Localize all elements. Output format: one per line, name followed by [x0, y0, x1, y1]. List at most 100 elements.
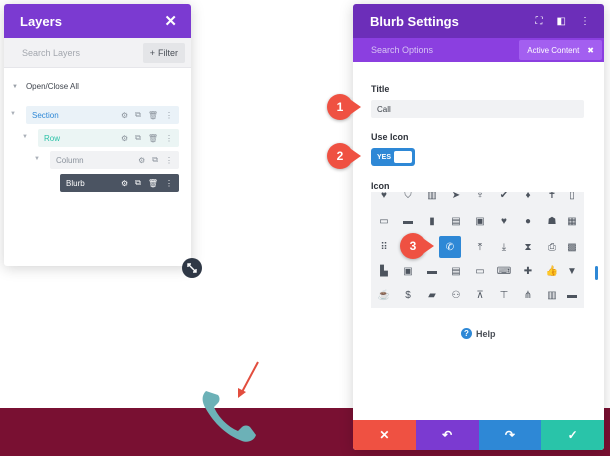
open-close-all-toggle[interactable]: ▼ Open/Close All — [12, 82, 79, 91]
cancel-button[interactable]: ✕ — [353, 420, 416, 450]
more-icon[interactable]: ⋮ — [165, 179, 173, 188]
layer-column[interactable]: Column ⚙ ⧉ ⋮ — [50, 151, 179, 169]
puzzle-icon[interactable]: ✚ — [519, 262, 537, 280]
trash-icon[interactable]: 🗑 — [148, 179, 158, 188]
more-icon[interactable]: ⋮ — [165, 111, 173, 120]
archive-icon[interactable]: ▣ — [471, 212, 489, 230]
use-icon-toggle[interactable]: YES — [371, 148, 415, 166]
more-icon[interactable]: ⋮ — [165, 156, 173, 165]
duplicate-icon[interactable]: ⧉ — [135, 178, 141, 188]
more-icon[interactable]: ⋮ — [165, 134, 173, 143]
users-icon[interactable]: ☗ — [543, 212, 561, 230]
trash-icon[interactable]: 🗑 — [148, 134, 158, 143]
help-label: Help — [476, 328, 496, 339]
duplicate-icon[interactable]: ⧉ — [135, 110, 141, 120]
title-input[interactable]: Call — [371, 100, 584, 118]
briefcase-icon[interactable]: ▬ — [399, 212, 417, 230]
hierarchy-icon[interactable]: ⋔ — [519, 286, 537, 304]
film-icon[interactable]: ▬ — [423, 262, 441, 280]
people-icon[interactable]: ⚇ — [447, 286, 465, 304]
duplicate-icon[interactable]: ⧉ — [152, 155, 158, 165]
bank-icon[interactable]: ▥ — [423, 192, 441, 204]
save-icon[interactable]: ▣ — [399, 262, 417, 280]
title-value: Call — [377, 104, 391, 114]
sitemap-icon[interactable]: ⊤ — [495, 286, 513, 304]
note-icon[interactable]: ▮ — [423, 212, 441, 230]
toggle-knob — [394, 151, 412, 163]
heart-icon[interactable]: ♥ — [495, 212, 513, 230]
contact-book-icon[interactable]: ▤ — [447, 212, 465, 230]
apps-icon[interactable]: ⠿ — [375, 238, 393, 256]
layers-search-bar: Search Layers + Filter — [4, 38, 191, 68]
thumbs-up-icon[interactable]: 👍 — [543, 262, 561, 280]
coffee-icon[interactable]: ☕ — [375, 286, 393, 304]
heart-icon[interactable]: ♥ — [375, 192, 393, 204]
layer-label: Row — [44, 133, 61, 143]
help-link[interactable]: ? Help — [461, 328, 496, 339]
grid-icon[interactable]: ▦ — [563, 212, 581, 230]
keyboard-icon[interactable]: ⌨ — [495, 262, 513, 280]
id-card-icon[interactable]: ▭ — [471, 262, 489, 280]
more-icon[interactable]: ⋮ — [580, 16, 590, 27]
briefcase-icon[interactable]: ▬ — [563, 286, 581, 304]
download-icon[interactable]: ⤓ — [495, 238, 513, 256]
caret-down-icon: ▼ — [12, 83, 18, 90]
layer-row[interactable]: Row ⚙ ⧉ 🗑 ⋮ — [38, 129, 179, 147]
upload-icon[interactable]: ⤒ — [471, 238, 489, 256]
inbox-icon[interactable]: ▭ — [375, 212, 393, 230]
trash-icon[interactable]: 🗑 — [148, 111, 158, 120]
pin-icon[interactable]: ✝ — [543, 192, 561, 204]
printer-icon[interactable]: ⎙ — [543, 238, 561, 256]
caret-down-icon[interactable]: ▼ — [22, 134, 28, 140]
phone-icon[interactable]: ✆ — [439, 236, 461, 258]
layer-section[interactable]: Section ⚙ ⧉ 🗑 ⋮ — [26, 106, 179, 124]
active-content-filter[interactable]: Active Content ✖ — [519, 40, 602, 60]
caret-down-icon[interactable]: ▼ — [10, 111, 16, 117]
calculator-icon[interactable]: ▩ — [563, 238, 581, 256]
undo-button[interactable]: ↶ — [415, 420, 479, 450]
title-label: Title — [371, 84, 390, 94]
settings-footer: ✕ ↶ ↷ ✓ — [353, 420, 604, 450]
check-circle-icon[interactable]: ✔ — [495, 192, 513, 204]
icon-grid-scrollbar[interactable] — [595, 266, 598, 280]
bar-chart-icon[interactable]: ▥ — [543, 286, 561, 304]
annotation-badge: 3 — [400, 233, 434, 259]
arrow-pointer-icon — [238, 361, 259, 398]
settings-header: Blurb Settings ⛶ ◧ ⋮ — [353, 4, 604, 38]
close-icon[interactable]: ✕ — [164, 12, 177, 30]
save-button[interactable]: ✓ — [541, 420, 604, 450]
open-close-all-label: Open/Close All — [25, 82, 79, 91]
gear-icon[interactable]: ⚙ — [138, 156, 145, 165]
gear-icon[interactable]: ⚙ — [121, 134, 128, 143]
trophy-icon[interactable]: ♆ — [471, 192, 489, 204]
filter-button[interactable]: + Filter — [142, 42, 185, 63]
layer-blurb[interactable]: Blurb ⚙ ⧉ 🗑 ⋮ — [60, 174, 179, 192]
gear-icon[interactable]: ⚙ — [121, 179, 128, 188]
options-search-input[interactable]: Search Options — [371, 45, 433, 55]
book-icon[interactable]: ▯ — [563, 192, 581, 204]
buildings-icon[interactable]: ▙ — [375, 262, 393, 280]
hourglass-icon[interactable]: ⧗ — [519, 238, 537, 256]
duplicate-icon[interactable]: ⧉ — [135, 133, 141, 143]
layers-search-input[interactable]: Search Layers — [22, 48, 80, 58]
resize-handle[interactable] — [182, 258, 202, 278]
fullscreen-icon[interactable]: ⛶ — [536, 16, 543, 27]
help-icon: ? — [461, 328, 472, 339]
annotation-badge: 1 — [327, 94, 361, 120]
toggle-text: YES — [377, 153, 392, 161]
dollar-icon[interactable]: $ — [399, 286, 417, 304]
redo-button[interactable]: ↷ — [478, 420, 542, 450]
presentation-icon[interactable]: ⊼ — [471, 286, 489, 304]
user-icon[interactable]: ● — [519, 212, 537, 230]
wallet-icon[interactable]: ▰ — [423, 286, 441, 304]
caret-down-icon[interactable]: ▼ — [34, 156, 40, 162]
cursor-icon[interactable]: ➤ — [447, 192, 465, 204]
gear-icon[interactable]: ⚙ — [121, 111, 128, 120]
annotation-badge: 2 — [327, 143, 361, 169]
close-icon[interactable]: ✖ — [587, 46, 594, 55]
diamond-icon[interactable]: ♦ — [519, 192, 537, 204]
thumbs-down-icon[interactable]: ▼ — [563, 262, 581, 280]
document-icon[interactable]: ▤ — [447, 262, 465, 280]
sidebar-toggle-icon[interactable]: ◧ — [557, 16, 566, 27]
shield-icon[interactable]: ⛉ — [399, 192, 417, 204]
